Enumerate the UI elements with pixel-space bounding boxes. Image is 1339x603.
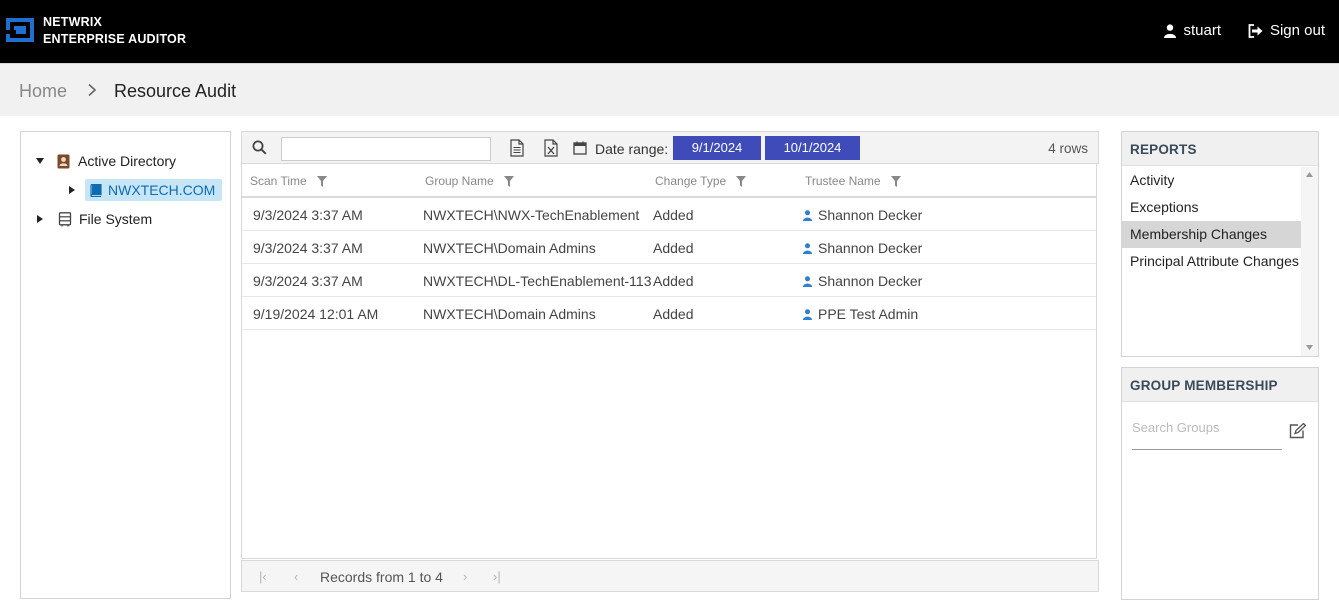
column-header-group-name[interactable]: Group Name <box>425 174 514 188</box>
breadcrumb-home-link[interactable]: Home <box>19 81 67 102</box>
pager: |‹ ‹ Records from 1 to 4 › ›| <box>241 560 1099 592</box>
reports-panel: REPORTS Activity Exceptions Membership C… <box>1121 131 1319 357</box>
username-label: stuart <box>1183 22 1221 39</box>
table-header: Scan Time Group Name Change Type Trustee… <box>242 164 1096 198</box>
table-row[interactable]: 9/3/2024 3:37 AM NWXTECH\Domain Admins A… <box>242 231 1096 264</box>
table-row[interactable]: 9/3/2024 3:37 AM NWXTECH\DL-TechEnableme… <box>242 264 1096 297</box>
tree-node-nwxtech-com[interactable]: NWXTECH.COM <box>69 179 223 201</box>
user-icon <box>803 242 812 254</box>
first-page-icon[interactable]: |‹ <box>259 569 267 584</box>
tree-node-active-directory[interactable]: Active Directory <box>36 153 176 169</box>
results-table: Scan Time Group Name Change Type Trustee… <box>241 164 1097 590</box>
caret-down-icon[interactable] <box>36 158 44 164</box>
column-header-scan-time[interactable]: Scan Time <box>250 174 327 188</box>
table-row[interactable]: 9/19/2024 12:01 AM NWXTECH\Domain Admins… <box>242 297 1096 330</box>
next-page-icon[interactable]: › <box>463 569 467 584</box>
reports-panel-title: REPORTS <box>1122 132 1318 166</box>
tree-node-label: File System <box>79 211 153 227</box>
scroll-down-icon[interactable] <box>1306 345 1313 350</box>
report-item-principal-attribute-changes[interactable]: Principal Attribute Changes <box>1122 248 1301 275</box>
tree-node-label: Active Directory <box>78 153 177 169</box>
book-icon <box>90 183 102 197</box>
tree-node-selected[interactable]: NWXTECH.COM <box>85 179 223 201</box>
caret-right-icon[interactable] <box>69 186 75 194</box>
file-server-icon <box>58 211 72 226</box>
audit-grid: Date range: 9/1/2024 10/1/2024 4 rows Sc… <box>241 131 1099 599</box>
edit-icon[interactable] <box>1289 423 1306 439</box>
resource-tree: Active Directory NWXTECH.COM File System <box>20 131 231 599</box>
page-title: Resource Audit <box>114 81 237 101</box>
top-bar: NETWRIX ENTERPRISE AUDITOR stuart Sign o… <box>0 0 1339 63</box>
sign-out-label: Sign out <box>1269 22 1325 39</box>
rows-count: 4 rows <box>1048 141 1088 156</box>
netwrix-logo-icon <box>6 18 34 42</box>
search-input[interactable] <box>281 137 491 161</box>
export-pdf-icon[interactable] <box>510 139 524 157</box>
column-header-change-type[interactable]: Change Type <box>655 174 747 188</box>
address-book-icon <box>57 154 70 168</box>
chevron-right-icon <box>88 83 97 97</box>
user-icon <box>1164 23 1177 38</box>
group-membership-panel: GROUP MEMBERSHIP Search Groups <box>1121 367 1319 600</box>
date-end-button[interactable]: 10/1/2024 <box>765 136 860 160</box>
pager-status: Records from 1 to 4 <box>320 569 443 585</box>
last-page-icon[interactable]: ›| <box>493 569 501 584</box>
scroll-up-icon[interactable] <box>1306 172 1313 177</box>
search-groups-input[interactable]: Search Groups <box>1132 418 1282 450</box>
tree-node-file-system[interactable]: File System <box>37 211 152 227</box>
sign-out-icon <box>1248 23 1263 38</box>
calendar-icon <box>573 141 587 155</box>
report-item-membership-changes[interactable]: Membership Changes <box>1122 221 1301 248</box>
user-icon <box>803 308 812 320</box>
filter-icon[interactable] <box>736 175 747 187</box>
report-item-activity[interactable]: Activity <box>1122 167 1301 194</box>
report-item-exceptions[interactable]: Exceptions <box>1122 194 1301 221</box>
brand-line-2: ENTERPRISE AUDITOR <box>43 32 187 46</box>
brand-line-1: NETWRIX <box>43 15 103 29</box>
brand-name: NETWRIX ENTERPRISE AUDITOR <box>43 14 186 48</box>
column-header-trustee-name[interactable]: Trustee Name <box>805 174 901 188</box>
group-membership-title: GROUP MEMBERSHIP <box>1122 368 1318 402</box>
date-range-label: Date range: <box>595 141 669 157</box>
export-excel-icon[interactable] <box>544 139 558 157</box>
tree-node-label: NWXTECH.COM <box>108 182 216 198</box>
grid-toolbar: Date range: 9/1/2024 10/1/2024 4 rows <box>241 131 1099 164</box>
filter-icon[interactable] <box>316 175 327 187</box>
table-row[interactable]: 9/3/2024 3:37 AM NWXTECH\NWX-TechEnablem… <box>242 198 1096 231</box>
sign-out-button[interactable]: Sign out <box>1248 22 1325 39</box>
date-start-button[interactable]: 9/1/2024 <box>673 136 761 160</box>
filter-icon[interactable] <box>503 175 514 187</box>
breadcrumb: Home Resource Audit <box>0 63 1339 116</box>
user-icon <box>803 275 812 287</box>
user-icon <box>803 209 812 221</box>
user-menu[interactable]: stuart <box>1164 22 1221 39</box>
filter-icon[interactable] <box>890 175 901 187</box>
vertical-scrollbar[interactable] <box>1301 167 1318 356</box>
search-icon[interactable] <box>252 140 267 155</box>
prev-page-icon[interactable]: ‹ <box>294 569 298 584</box>
caret-right-icon[interactable] <box>37 215 43 223</box>
